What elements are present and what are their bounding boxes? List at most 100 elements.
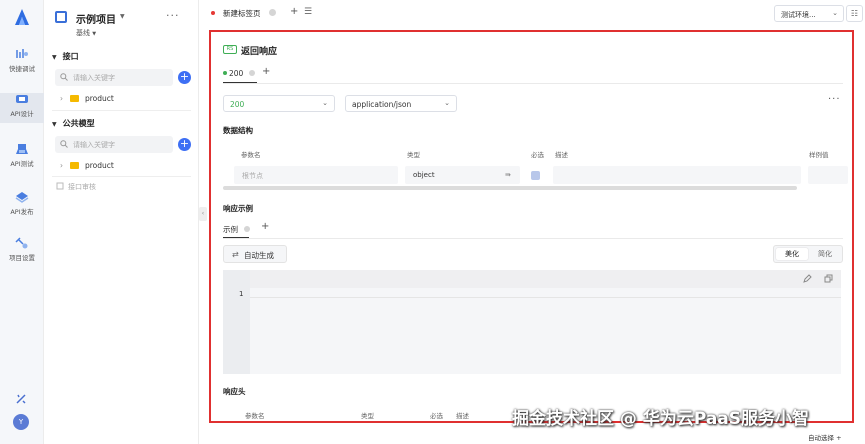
divider xyxy=(52,176,191,177)
tab-list-icon[interactable]: ☰ xyxy=(304,7,312,17)
auto-select-button[interactable]: 自动选择 + xyxy=(808,432,842,442)
api-test-icon xyxy=(16,144,28,154)
rail-label: 快捷调试 xyxy=(9,65,35,73)
tab-example[interactable]: 示例 xyxy=(223,224,250,235)
chevron-down-icon: ⌄ xyxy=(322,99,328,107)
column-header: 描述 xyxy=(456,412,469,420)
left-rail: 快捷调试 API设计 API测试 API发布 项目设置 Y xyxy=(0,0,44,444)
refresh-icon: ⇄ xyxy=(232,250,239,259)
caret-down-icon: ▼ xyxy=(52,54,57,61)
example-tab-label: 示例 xyxy=(223,225,238,234)
simplify-option[interactable]: 简化 xyxy=(809,248,841,260)
tab-new[interactable]: 新建标签页 xyxy=(207,0,285,26)
chevron-down-icon: ⌄ xyxy=(444,99,450,107)
column-header: 必选 xyxy=(531,151,544,159)
column-header: 描述 xyxy=(555,151,568,159)
branch-select[interactable]: 基线 ▼ xyxy=(76,28,96,38)
more-icon[interactable]: ··· xyxy=(166,9,180,22)
debug-icon xyxy=(16,49,28,58)
rail-item-api-publish[interactable]: API发布 xyxy=(0,191,44,221)
divider xyxy=(52,110,191,111)
environment-select[interactable]: 测试环境... ⌄ xyxy=(774,5,844,22)
search-input[interactable]: 请输入关键字 xyxy=(55,69,173,86)
search-icon xyxy=(60,73,68,81)
status-code-select[interactable]: 200 ⌄ xyxy=(223,95,335,112)
project-icon xyxy=(55,11,67,23)
param-name-field[interactable]: 根节点 xyxy=(234,166,398,184)
section-label: 公共模型 xyxy=(62,119,95,128)
section-models[interactable]: ▼ 公共模型 xyxy=(52,118,95,129)
more-icon[interactable]: ··· xyxy=(828,94,841,105)
search-icon xyxy=(60,140,68,148)
required-checkbox[interactable] xyxy=(531,171,540,180)
chevron-down-icon: ⌄ xyxy=(832,9,838,17)
add-model-button[interactable]: + xyxy=(178,138,191,151)
audit-icon xyxy=(56,182,64,190)
panel-title: 返回响应 xyxy=(241,47,278,57)
audit-label: 接口审核 xyxy=(68,183,96,191)
tools-icon[interactable] xyxy=(15,393,27,405)
code-editor[interactable]: 1 xyxy=(223,270,841,374)
chevron-down-icon[interactable]: ▼ xyxy=(120,13,125,20)
app-logo-icon xyxy=(15,9,29,25)
search-input[interactable]: 请输入关键字 xyxy=(55,136,173,153)
rail-item-project-settings[interactable]: 项目设置 xyxy=(0,237,44,267)
divider xyxy=(223,83,843,84)
current-line xyxy=(250,288,841,298)
column-header: 类型 xyxy=(407,151,420,159)
response-headers-title: 响应头 xyxy=(223,387,246,396)
rail-item-api-test[interactable]: API测试 xyxy=(0,143,44,173)
project-settings-icon xyxy=(15,237,28,249)
add-api-button[interactable]: + xyxy=(178,71,191,84)
close-icon[interactable] xyxy=(244,226,250,232)
add-example-icon[interactable]: + xyxy=(261,221,269,232)
horizontal-scrollbar[interactable] xyxy=(223,186,797,190)
tab-label: 新建标签页 xyxy=(223,9,261,18)
environment-settings-icon[interactable]: ☷ xyxy=(846,5,863,22)
chevron-down-icon: ▼ xyxy=(92,31,97,37)
add-tab-icon[interactable]: + xyxy=(290,6,298,17)
status-dot-icon xyxy=(223,71,227,75)
status-code-value: 200 xyxy=(230,100,245,109)
section-api[interactable]: ▼ 接口 xyxy=(52,51,79,62)
collapse-sidebar-handle[interactable]: ‹ xyxy=(199,207,207,221)
tree-node-product[interactable]: › product xyxy=(60,161,114,170)
rail-item-debug[interactable]: 快捷调试 xyxy=(0,48,44,78)
column-header: 参数名 xyxy=(241,151,261,159)
line-number: 1 xyxy=(239,290,244,298)
schema-title: 数据结构 xyxy=(223,126,253,135)
copy-icon[interactable] xyxy=(824,274,833,283)
tree-node-label: product xyxy=(85,161,114,170)
tree-node-label: product xyxy=(85,94,114,103)
project-name[interactable]: 示例项目 xyxy=(76,11,116,26)
type-select[interactable]: object ⇛ xyxy=(405,166,520,184)
close-icon[interactable] xyxy=(269,9,276,16)
column-header: 必选 xyxy=(430,412,443,420)
api-publish-icon xyxy=(15,192,29,203)
rail-label: 项目设置 xyxy=(9,254,35,262)
api-audit-link[interactable]: 接口审核 xyxy=(56,182,96,192)
type-action-icon[interactable]: ⇛ xyxy=(505,171,511,179)
content-type-select[interactable]: application/json ⌄ xyxy=(345,95,457,112)
api-design-icon xyxy=(16,95,28,103)
tab-status-200[interactable]: 200 xyxy=(223,69,256,78)
rail-item-api-design[interactable]: API设计 xyxy=(0,93,44,123)
content-type-value: application/json xyxy=(352,100,412,109)
project-sidebar: 示例项目 ▼ ··· 基线 ▼ ▼ 接口 请输入关键字 + › product ▼ 公… xyxy=(44,0,199,444)
edit-icon[interactable] xyxy=(803,274,812,283)
auto-generate-button[interactable]: ⇄ 自动生成 xyxy=(223,245,287,263)
rail-label: API设计 xyxy=(10,110,34,118)
add-status-icon[interactable]: + xyxy=(262,66,270,77)
avatar[interactable]: Y xyxy=(13,414,29,430)
example-value-field[interactable] xyxy=(808,166,848,184)
branch-label: 基线 xyxy=(76,29,90,37)
unsaved-dot-icon xyxy=(211,11,215,15)
tree-node-product[interactable]: › product xyxy=(60,94,114,103)
close-icon[interactable] xyxy=(249,70,256,76)
description-field[interactable] xyxy=(553,166,801,184)
beautify-option[interactable]: 美化 xyxy=(776,248,808,260)
caret-down-icon: ▼ xyxy=(52,121,57,128)
format-toggle: 美化 简化 xyxy=(773,245,843,263)
column-header: 类型 xyxy=(361,412,374,420)
chevron-right-icon: › xyxy=(60,161,63,170)
